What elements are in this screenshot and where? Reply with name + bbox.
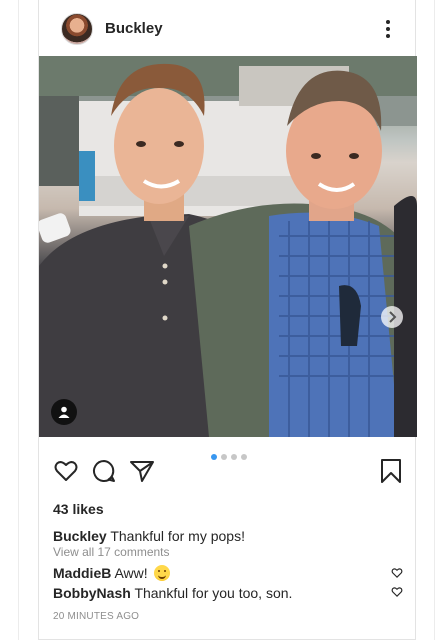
post-username[interactable]: Buckley xyxy=(105,20,163,37)
view-all-comments-link[interactable]: View all 17 comments xyxy=(53,545,170,559)
comment-item: MaddieB Aww! xyxy=(53,565,170,581)
comment-like-heart-icon[interactable] xyxy=(391,567,403,579)
comment-like-heart-icon[interactable] xyxy=(391,586,403,598)
user-tag-button[interactable] xyxy=(51,399,77,425)
carousel-dot xyxy=(241,454,247,460)
carousel-dots xyxy=(211,454,247,460)
post-caption: Buckley Thankful for my pops! xyxy=(53,528,245,544)
comment-text: Thankful for you too, son. xyxy=(134,585,293,601)
comment-icon[interactable] xyxy=(91,458,117,484)
caption-username[interactable]: Buckley xyxy=(53,528,107,544)
post-photo[interactable] xyxy=(39,56,417,437)
carousel-dot xyxy=(231,454,237,460)
comment-text: Aww! xyxy=(114,565,148,581)
chevron-right-icon xyxy=(389,311,397,323)
smile-emoji-icon xyxy=(153,565,170,581)
heart-icon[interactable] xyxy=(53,458,79,484)
share-icon[interactable] xyxy=(129,458,155,484)
bookmark-icon[interactable] xyxy=(379,458,403,484)
carousel-dot-active xyxy=(211,454,217,460)
page-border-right xyxy=(434,0,435,640)
likes-count[interactable]: 43 likes xyxy=(53,501,104,517)
comment-username[interactable]: MaddieB xyxy=(53,565,111,581)
carousel-next-button[interactable] xyxy=(381,306,403,328)
page-border-left xyxy=(18,0,19,640)
post-header: Buckley xyxy=(39,0,417,56)
more-vertical-icon[interactable] xyxy=(379,18,397,40)
caption-text: Thankful for my pops! xyxy=(110,528,245,544)
photo-illustration xyxy=(39,56,417,437)
post-card: Buckley 43 likes Buckley Thankful for my… xyxy=(38,0,417,640)
avatar[interactable] xyxy=(61,13,93,45)
comment-item: BobbyNash Thankful for you too, son. xyxy=(53,585,292,601)
post-timestamp: 20 MINUTES AGO xyxy=(53,611,140,622)
carousel-dot xyxy=(221,454,227,460)
comment-username[interactable]: BobbyNash xyxy=(53,585,131,601)
user-tag-icon xyxy=(58,406,70,418)
